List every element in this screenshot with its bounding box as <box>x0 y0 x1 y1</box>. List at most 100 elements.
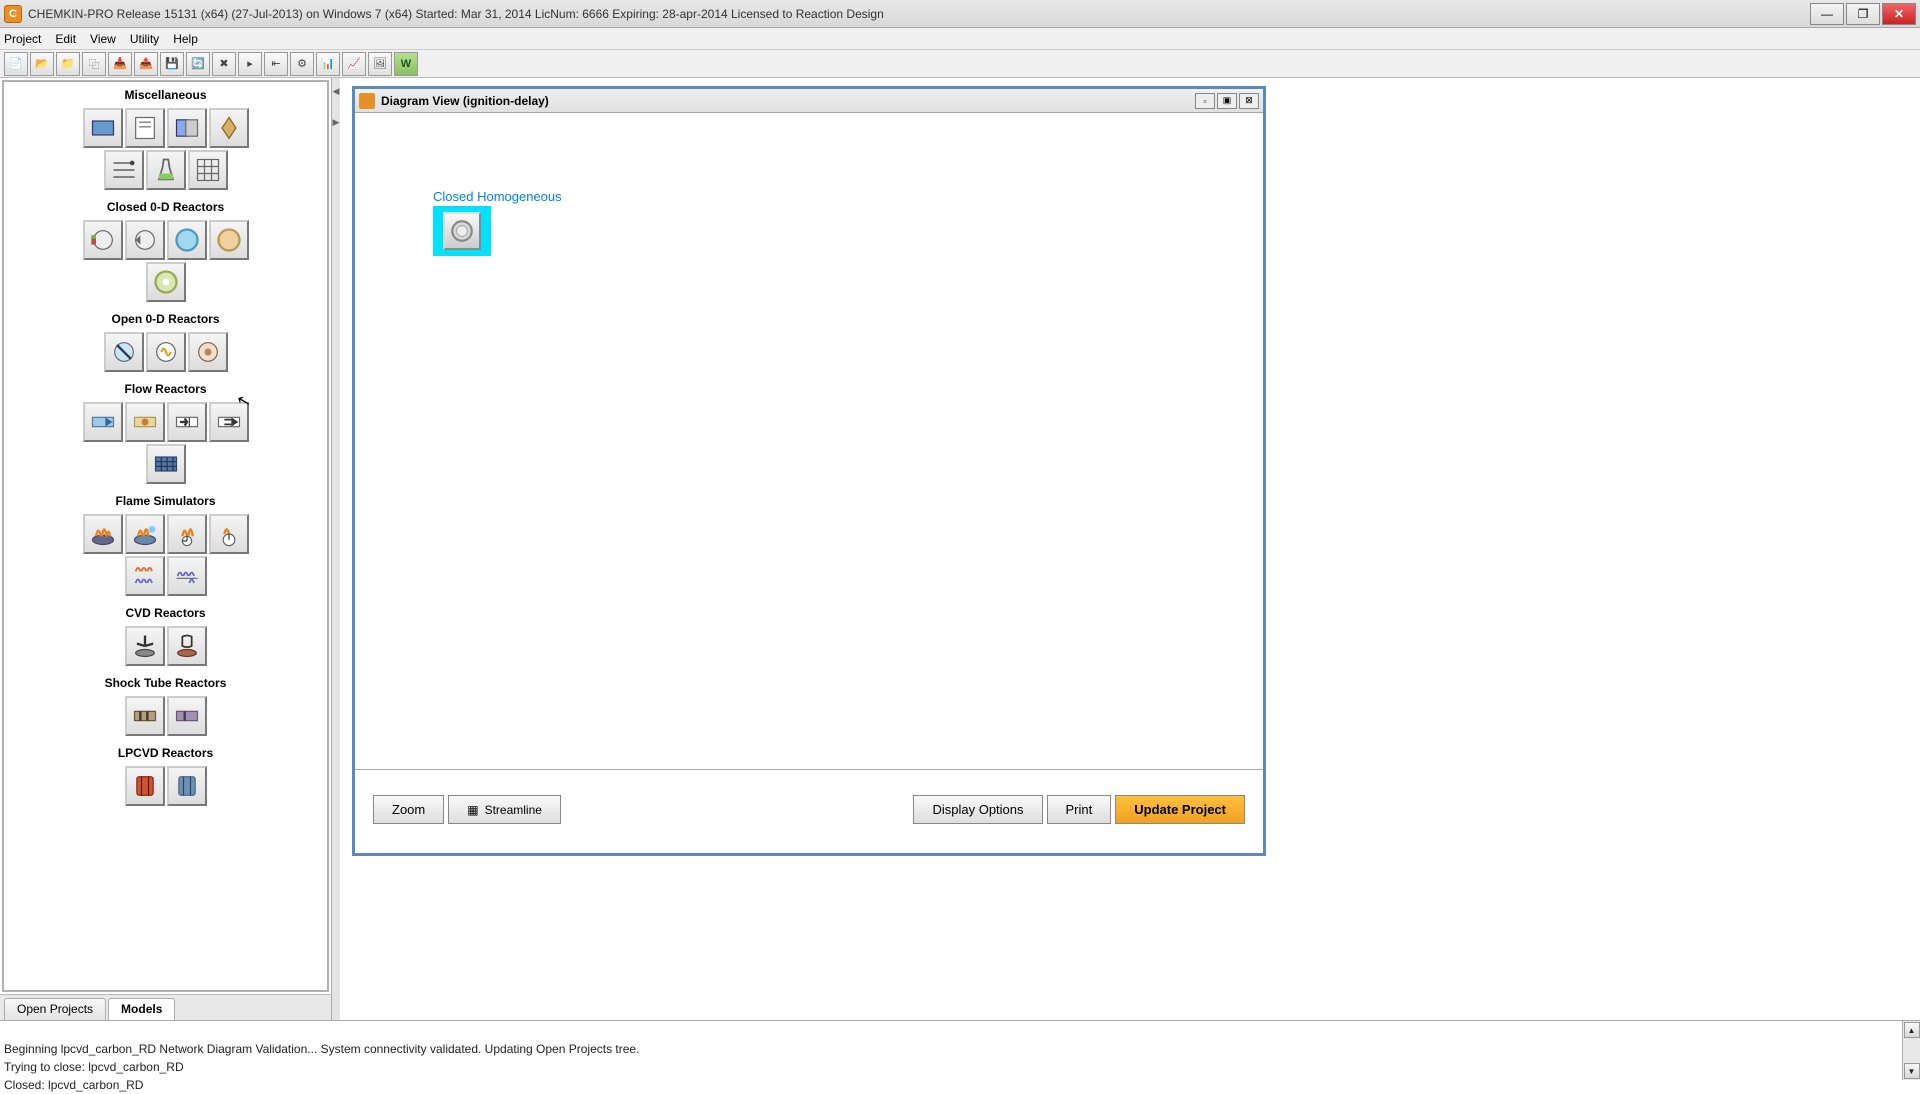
log-text: Beginning lpcvd_carbon_RD Network Diagra… <box>4 1042 639 1092</box>
diagram-min-button[interactable]: ▫ <box>1195 93 1215 109</box>
open0d-icon-3[interactable] <box>188 332 228 372</box>
log-area: Beginning lpcvd_carbon_RD Network Diagra… <box>0 1020 1920 1080</box>
toolbar: 📄 📂 📁 ⿻ 📥 📤 💾 🔄 ✖ ▸ ⇤ ⚙ 📊 📈 🖼 W <box>0 50 1920 78</box>
left-tabs: Open Projects Models <box>0 994 331 1020</box>
streamline-button[interactable]: ▦ Streamline <box>448 795 561 824</box>
tool-chart[interactable]: 📊 <box>316 52 340 76</box>
flow-icon-5[interactable] <box>146 444 186 484</box>
tool-copy[interactable]: ⿻ <box>82 52 106 76</box>
misc-icon-3[interactable] <box>167 108 207 148</box>
scroll-up-icon[interactable]: ▲ <box>1904 1022 1920 1038</box>
flame-icon-1[interactable] <box>83 514 123 554</box>
closed0d-icon-1[interactable] <box>83 220 123 260</box>
maximize-button[interactable]: ❐ <box>1846 3 1880 25</box>
reactor-node[interactable]: Closed Homogeneous <box>433 189 562 256</box>
section-title: Open 0-D Reactors <box>10 312 321 326</box>
print-button[interactable]: Print <box>1047 795 1112 824</box>
update-project-button[interactable]: Update Project <box>1115 795 1245 824</box>
tool-import[interactable]: 📥 <box>108 52 132 76</box>
closed0d-icon-5[interactable] <box>146 262 186 302</box>
menu-project[interactable]: Project <box>4 32 41 46</box>
lpcvd-icon-2[interactable] <box>167 766 207 806</box>
flame-icon-4[interactable] <box>209 514 249 554</box>
cvd-icon-1[interactable] <box>125 626 165 666</box>
tool-plot[interactable]: 📈 <box>342 52 366 76</box>
expand-right-icon: ▶ <box>333 117 340 128</box>
tool-pre[interactable]: ⇤ <box>264 52 288 76</box>
minimize-button[interactable]: — <box>1810 3 1844 25</box>
tool-close[interactable]: ✖ <box>212 52 236 76</box>
diagram-max-button[interactable]: ▣ <box>1217 93 1237 109</box>
collapse-left-icon: ◀ <box>333 86 340 97</box>
section-flame: Flame Simulators <box>10 494 321 596</box>
tool-open2[interactable]: 📁 <box>56 52 80 76</box>
flame-icon-6[interactable] <box>167 556 207 596</box>
flame-icon-5[interactable] <box>125 556 165 596</box>
diagram-titlebar[interactable]: Diagram View (ignition-delay) ▫ ▣ ⊠ <box>355 89 1263 113</box>
diagram-close-button[interactable]: ⊠ <box>1239 93 1259 109</box>
tool-post[interactable]: ⚙ <box>290 52 314 76</box>
left-panel: Miscellaneous Closed 0-D Reactors <box>0 78 332 1020</box>
misc-icon-6[interactable] <box>146 150 186 190</box>
workspace: Diagram View (ignition-delay) ▫ ▣ ⊠ Clos… <box>340 78 1920 1020</box>
diagram-app-icon <box>359 93 375 109</box>
tool-new[interactable]: 📄 <box>4 52 28 76</box>
misc-icon-5[interactable] <box>104 150 144 190</box>
misc-icon-1[interactable] <box>83 108 123 148</box>
section-title: LPCVD Reactors <box>10 746 321 760</box>
menu-view[interactable]: View <box>90 32 116 46</box>
section-miscellaneous: Miscellaneous <box>10 88 321 190</box>
flow-icon-3[interactable] <box>167 402 207 442</box>
flame-icon-3[interactable] <box>167 514 207 554</box>
menu-bar: Project Edit View Utility Help <box>0 28 1920 50</box>
streamline-label: Streamline <box>485 803 542 817</box>
diagram-window: Diagram View (ignition-delay) ▫ ▣ ⊠ Clos… <box>352 86 1266 856</box>
shock-icon-1[interactable] <box>125 696 165 736</box>
tab-open-projects[interactable]: Open Projects <box>4 998 106 1020</box>
streamline-icon: ▦ <box>467 803 478 817</box>
diagram-title: Diagram View (ignition-delay) <box>381 94 1193 108</box>
open0d-icon-2[interactable] <box>146 332 186 372</box>
app-icon: C <box>4 5 22 23</box>
scroll-down-icon[interactable]: ▼ <box>1904 1063 1920 1079</box>
closed0d-icon-4[interactable] <box>209 220 249 260</box>
menu-help[interactable]: Help <box>173 32 198 46</box>
closed0d-icon-3[interactable] <box>167 220 207 260</box>
diagram-footer: Zoom ▦ Streamline Display Options Print … <box>355 769 1263 849</box>
tool-export[interactable]: 📤 <box>134 52 158 76</box>
misc-icon-7[interactable] <box>188 150 228 190</box>
tool-refresh[interactable]: 🔄 <box>186 52 210 76</box>
misc-icon-2[interactable] <box>125 108 165 148</box>
splitter[interactable]: ◀ ▶ <box>332 78 340 1020</box>
menu-utility[interactable]: Utility <box>130 32 159 46</box>
tab-models[interactable]: Models <box>108 998 175 1020</box>
zoom-button[interactable]: Zoom <box>373 795 444 824</box>
section-title: Miscellaneous <box>10 88 321 102</box>
tool-open[interactable]: 📂 <box>30 52 54 76</box>
section-closed-0d: Closed 0-D Reactors <box>10 200 321 302</box>
tool-save[interactable]: 💾 <box>160 52 184 76</box>
tool-run-arrow[interactable]: ▸ <box>238 52 262 76</box>
cvd-icon-2[interactable] <box>167 626 207 666</box>
flow-icon-1[interactable] <box>83 402 123 442</box>
display-options-button[interactable]: Display Options <box>913 795 1042 824</box>
palette: Miscellaneous Closed 0-D Reactors <box>2 80 329 992</box>
closed0d-icon-2[interactable] <box>125 220 165 260</box>
lpcvd-icon-1[interactable] <box>125 766 165 806</box>
shock-icon-2[interactable] <box>167 696 207 736</box>
log-scrollbar[interactable]: ▲ ▼ <box>1902 1021 1920 1080</box>
reactor-box[interactable] <box>433 206 491 256</box>
open0d-icon-1[interactable] <box>104 332 144 372</box>
menu-edit[interactable]: Edit <box>55 32 76 46</box>
flow-icon-4[interactable] <box>209 402 249 442</box>
tool-image[interactable]: 🖼 <box>368 52 392 76</box>
flow-icon-2[interactable] <box>125 402 165 442</box>
section-open-0d: Open 0-D Reactors <box>10 312 321 372</box>
misc-icon-4[interactable] <box>209 108 249 148</box>
diagram-canvas[interactable]: Closed Homogeneous <box>355 113 1263 769</box>
tool-w[interactable]: W <box>394 52 418 76</box>
flame-icon-2[interactable] <box>125 514 165 554</box>
section-lpcvd: LPCVD Reactors <box>10 746 321 806</box>
section-title: CVD Reactors <box>10 606 321 620</box>
close-button[interactable]: ✕ <box>1882 3 1916 25</box>
